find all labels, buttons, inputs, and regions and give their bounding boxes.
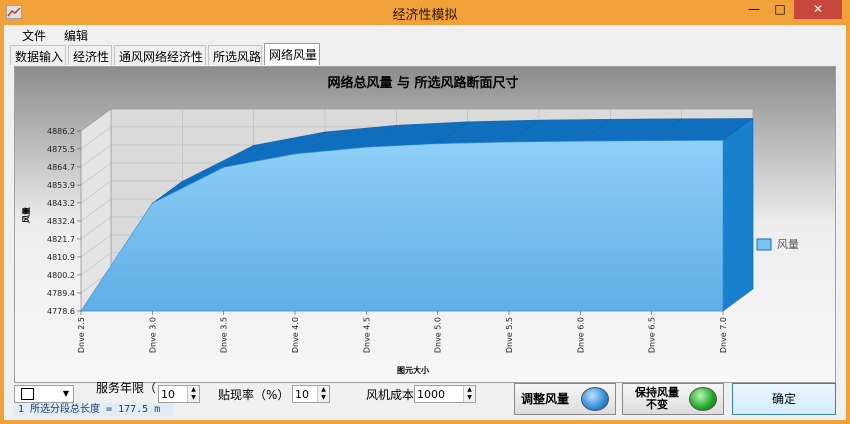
y-axis-label: 风量 (21, 207, 31, 223)
dropdown-arrow-icon: ▼ (62, 389, 69, 398)
tab-data-input[interactable]: 数据输入 (10, 45, 66, 65)
menu-edit[interactable]: 编辑 (64, 27, 88, 44)
discount-rate-label: 贴现率（%） (218, 388, 290, 402)
spin-up-icon[interactable]: ▲ (464, 386, 475, 394)
title-bar: 经济性模拟 — □ ✕ (0, 0, 850, 25)
x-tick-label: Dnve 4.0 (291, 317, 300, 353)
data-point (151, 202, 154, 205)
maximize-button[interactable]: □ (768, 0, 792, 19)
fan-cost-value[interactable]: 1000 (417, 388, 445, 401)
y-tick-label: 4800.2 (47, 271, 75, 280)
tab-economics[interactable]: 经济性 (68, 45, 112, 65)
service-years-spinner[interactable]: 10 ▲ ▼ (158, 385, 200, 403)
bottom-panel: ▼ 服务年限（ 10 ▲ ▼ 贴现率（%） 10 ▲ ▼ 风机成本 1000 ▲ ▼ … (4, 381, 846, 420)
discount-rate-value[interactable]: 10 (295, 388, 309, 401)
y-tick-label: 4864.7 (47, 163, 75, 172)
y-tick-label: 4853.9 (47, 181, 75, 190)
data-point (365, 146, 368, 149)
color-swatch (21, 388, 34, 400)
x-axis-label: 图元大小 (397, 365, 429, 375)
data-point (436, 142, 439, 145)
service-years-label: 服务年限（ (96, 381, 157, 395)
spin-up-icon[interactable]: ▲ (188, 386, 199, 394)
spin-down-icon[interactable]: ▼ (188, 394, 199, 402)
tab-selected-airway[interactable]: 所选风路 (208, 45, 262, 65)
spin-down-icon[interactable]: ▼ (318, 394, 329, 402)
x-tick-label: Dnve 2.5 (77, 317, 86, 353)
chart-legend: 风量 (756, 238, 799, 251)
x-tick-label: Dnve 7.0 (719, 317, 728, 353)
tab-network-economics[interactable]: 通风网络经济性 (114, 45, 206, 65)
x-tick-label: Dnve 6.5 (648, 317, 657, 353)
keep-airflow-label-line2: 不变 (646, 398, 668, 411)
green-lamp-icon (689, 387, 717, 411)
y-tick-label: 4789.4 (47, 289, 75, 298)
data-point (650, 139, 653, 142)
legend-swatch (756, 238, 772, 251)
minimize-button[interactable]: — (742, 0, 766, 19)
x-tick-label: Dnve 3.5 (220, 317, 229, 353)
data-point (579, 140, 582, 143)
y-tick-label: 4832.4 (47, 217, 75, 226)
client-area: 文件 编辑 数据输入 经济性 通风网络经济性 所选风路 网络风量 网络总风量 与… (4, 25, 846, 420)
x-tick-label: Dnve 4.5 (362, 317, 371, 353)
data-point (222, 166, 225, 169)
y-tick-label: 4875.5 (47, 145, 75, 154)
ok-button[interactable]: 确定 (732, 383, 836, 415)
adjust-airflow-label: 调整风量 (521, 392, 570, 406)
tab-network-airflow[interactable]: 网络风量 (264, 43, 320, 65)
fan-cost-label: 风机成本 (366, 388, 415, 402)
status-line: 1 所选分段总长度 = 177.5 m (14, 403, 174, 416)
data-point (722, 139, 724, 142)
airflow-chart: 网络总风量 与 所选风路断面尺寸 4778.6 4789.4 4800.2 4810.… (15, 67, 835, 382)
chart-panel: 网络总风量 与 所选风路断面尺寸 4778.6 4789.4 4800.2 4810.… (14, 66, 836, 383)
x-tick-label: Dnve 6.0 (576, 317, 585, 353)
window-title: 经济性模拟 (392, 8, 458, 23)
line-color-dropdown[interactable]: ▼ (14, 385, 74, 403)
adjust-airflow-button[interactable]: 调整风量 (514, 383, 616, 415)
chart-title: 网络总风量 与 所选风路断面尺寸 (327, 75, 518, 91)
keep-airflow-button[interactable]: 保持风量 不变 (622, 383, 724, 415)
area-side-face (722, 117, 754, 312)
fan-cost-spinner[interactable]: 1000 ▲ ▼ (414, 385, 476, 403)
x-tick-label: Dnve 5.0 (434, 317, 443, 353)
y-tick-label: 4821.7 (47, 235, 75, 244)
spin-up-icon[interactable]: ▲ (318, 386, 329, 394)
x-tick-label: Dnve 5.5 (505, 317, 514, 353)
y-tick-label: 4886.2 (47, 127, 75, 136)
y-tick-label: 4778.6 (47, 307, 75, 316)
spin-down-icon[interactable]: ▼ (464, 394, 475, 402)
blue-lamp-icon (581, 387, 609, 411)
y-tick-label: 4810.9 (47, 253, 75, 262)
legend-label: 风量 (777, 238, 799, 251)
menu-bar: 文件 编辑 (4, 25, 846, 43)
close-button[interactable]: ✕ (794, 0, 842, 19)
menu-file[interactable]: 文件 (22, 27, 46, 44)
discount-rate-spinner[interactable]: 10 ▲ ▼ (292, 385, 330, 403)
x-tick-label: Dnve 3.0 (148, 317, 157, 353)
data-point (508, 141, 510, 143)
y-tick-label: 4843.2 (47, 199, 75, 208)
service-years-value[interactable]: 10 (161, 388, 175, 401)
data-point (294, 153, 296, 155)
